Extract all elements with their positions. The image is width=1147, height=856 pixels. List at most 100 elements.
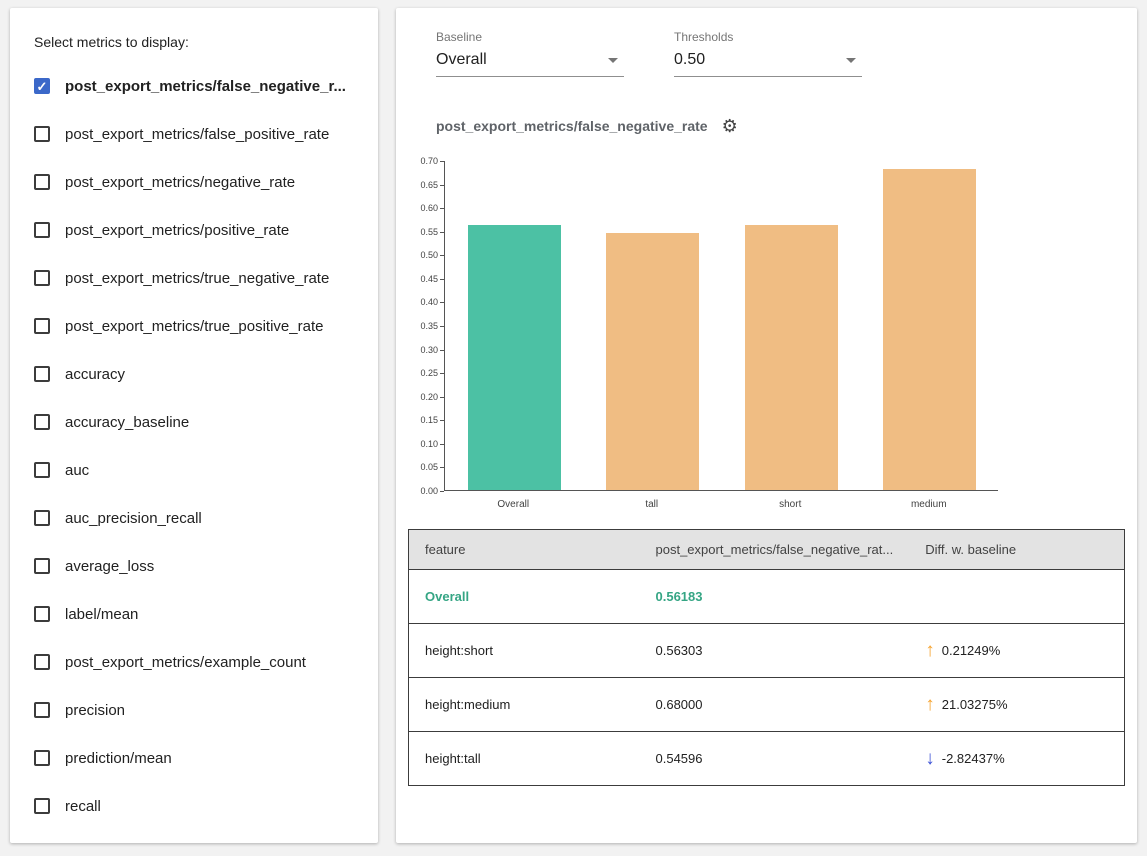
- value-cell: 0.68000: [640, 678, 910, 732]
- checkbox-icon[interactable]: ✓: [34, 366, 50, 382]
- checkbox-icon[interactable]: ✓: [34, 750, 50, 766]
- bar-tall[interactable]: [606, 233, 699, 490]
- metric-checkbox-item[interactable]: ✓ post_export_metrics/false_positive_rat…: [34, 110, 354, 158]
- metric-checkbox-item[interactable]: ✓ post_export_metrics/negative_rate: [34, 158, 354, 206]
- checkbox-icon[interactable]: ✓: [34, 654, 50, 670]
- ytick-label: 0.25: [414, 368, 438, 378]
- metrics-table: feature post_export_metrics/false_negati…: [408, 529, 1125, 786]
- settings-gear-icon[interactable]: ⚙: [722, 117, 738, 135]
- ytick-mark: [440, 232, 444, 233]
- checkbox-icon[interactable]: ✓: [34, 798, 50, 814]
- ytick-label: 0.00: [414, 486, 438, 496]
- metric-checkbox-item[interactable]: ✓ post_export_metrics/positive_rate: [34, 206, 354, 254]
- bar-chart: 0.000.050.100.150.200.250.300.350.400.45…: [414, 155, 1014, 513]
- bar-short[interactable]: [745, 225, 838, 490]
- checkbox-icon[interactable]: ✓: [34, 78, 50, 94]
- xaxis-label: Overall: [444, 499, 583, 510]
- ytick-label: 0.65: [414, 180, 438, 190]
- ytick-label: 0.30: [414, 345, 438, 355]
- value-cell: 0.56303: [640, 624, 910, 678]
- ytick-label: 0.10: [414, 439, 438, 449]
- checkbox-icon[interactable]: ✓: [34, 174, 50, 190]
- xaxis-label: short: [721, 499, 860, 510]
- metric-checkbox-item[interactable]: ✓ accuracy: [34, 350, 354, 398]
- ytick-label: 0.40: [414, 297, 438, 307]
- table-body: Overall 0.56183 height:short 0.56303 ↑ 0…: [409, 570, 1125, 786]
- thresholds-control: Thresholds 0.50: [674, 30, 862, 77]
- metric-label: label/mean: [65, 606, 138, 623]
- metric-checkbox-item[interactable]: ✓ prediction/mean: [34, 734, 354, 782]
- value-cell: 0.54596: [640, 732, 910, 786]
- checkbox-icon[interactable]: ✓: [34, 414, 50, 430]
- diff-cell: ↑ 0.21249%: [925, 641, 1108, 660]
- xaxis-label: tall: [583, 499, 722, 510]
- diff-cell: ↑ 21.03275%: [925, 695, 1108, 714]
- header-metric: post_export_metrics/false_negative_rat..…: [640, 530, 910, 570]
- metric-label: precision: [65, 702, 125, 719]
- feature-cell: Overall: [409, 570, 640, 624]
- ytick-mark: [440, 467, 444, 468]
- checkbox-icon[interactable]: ✓: [34, 126, 50, 142]
- metric-label: average_loss: [65, 558, 154, 575]
- metric-checkbox-item[interactable]: ✓ accuracy_baseline: [34, 398, 354, 446]
- checkbox-icon[interactable]: ✓: [34, 606, 50, 622]
- thresholds-label: Thresholds: [674, 30, 862, 44]
- metric-checkbox-item[interactable]: ✓ post_export_metrics/true_negative_rate: [34, 254, 354, 302]
- ytick-label: 0.15: [414, 415, 438, 425]
- bar-medium[interactable]: [883, 169, 976, 490]
- metric-checkbox-item[interactable]: ✓ auc_precision_recall: [34, 494, 354, 542]
- metric-label: post_export_metrics/example_count: [65, 654, 306, 671]
- baseline-select[interactable]: Overall: [436, 49, 624, 77]
- chart-header: post_export_metrics/false_negative_rate …: [436, 117, 1137, 135]
- header-diff: Diff. w. baseline: [909, 530, 1124, 570]
- baseline-label: Baseline: [436, 30, 624, 44]
- metric-checkbox-item[interactable]: ✓ auc: [34, 446, 354, 494]
- metric-label: post_export_metrics/true_positive_rate: [65, 318, 323, 335]
- ytick-mark: [440, 208, 444, 209]
- value-cell: 0.56183: [640, 570, 910, 624]
- metric-label: auc_precision_recall: [65, 510, 202, 527]
- metric-checkbox-item[interactable]: ✓ precision: [34, 686, 354, 734]
- metric-label: post_export_metrics/false_negative_r...: [65, 78, 346, 95]
- checkbox-icon[interactable]: ✓: [34, 462, 50, 478]
- checkbox-icon[interactable]: ✓: [34, 510, 50, 526]
- ytick-mark: [440, 326, 444, 327]
- metric-label: auc: [65, 462, 89, 479]
- metric-checkbox-item[interactable]: ✓ recall: [34, 782, 354, 830]
- ytick-mark: [440, 302, 444, 303]
- metric-label: recall: [65, 798, 101, 815]
- thresholds-select[interactable]: 0.50: [674, 49, 862, 77]
- metrics-list: ✓ post_export_metrics/false_negative_r..…: [34, 62, 354, 830]
- metric-checkbox-item[interactable]: ✓ label/mean: [34, 590, 354, 638]
- checkbox-icon[interactable]: ✓: [34, 270, 50, 286]
- metric-label: accuracy: [65, 366, 125, 383]
- diff-arrow-icon: ↑: [925, 641, 935, 660]
- metric-checkbox-item[interactable]: ✓ post_export_metrics/true_positive_rate: [34, 302, 354, 350]
- metric-checkbox-item[interactable]: ✓ post_export_metrics/false_negative_r..…: [34, 62, 354, 110]
- metric-checkbox-item[interactable]: ✓ post_export_metrics/example_count: [34, 638, 354, 686]
- table-row: height:medium 0.68000 ↑ 21.03275%: [409, 678, 1125, 732]
- bar-Overall[interactable]: [468, 225, 561, 490]
- metric-checkbox-item[interactable]: ✓ average_loss: [34, 542, 354, 590]
- metric-label: prediction/mean: [65, 750, 172, 767]
- header-feature: feature: [409, 530, 640, 570]
- metric-label: post_export_metrics/negative_rate: [65, 174, 295, 191]
- ytick-label: 0.55: [414, 227, 438, 237]
- ytick-label: 0.20: [414, 392, 438, 402]
- checkbox-icon[interactable]: ✓: [34, 558, 50, 574]
- checkbox-icon[interactable]: ✓: [34, 222, 50, 238]
- baseline-control: Baseline Overall: [436, 30, 624, 77]
- ytick-label: 0.60: [414, 203, 438, 213]
- dropdown-caret-icon: [846, 58, 856, 63]
- chart-plot: [444, 161, 998, 491]
- diff-value: 0.21249%: [942, 643, 1001, 658]
- feature-cell: height:tall: [409, 732, 640, 786]
- checkbox-icon[interactable]: ✓: [34, 318, 50, 334]
- ytick-mark: [440, 279, 444, 280]
- diff-value: 21.03275%: [942, 697, 1008, 712]
- checkbox-icon[interactable]: ✓: [34, 702, 50, 718]
- metric-selector-panel: Select metrics to display: ✓ post_export…: [10, 8, 378, 843]
- table-row: height:tall 0.54596 ↓ -2.82437%: [409, 732, 1125, 786]
- ytick-mark: [440, 491, 444, 492]
- ytick-mark: [440, 350, 444, 351]
